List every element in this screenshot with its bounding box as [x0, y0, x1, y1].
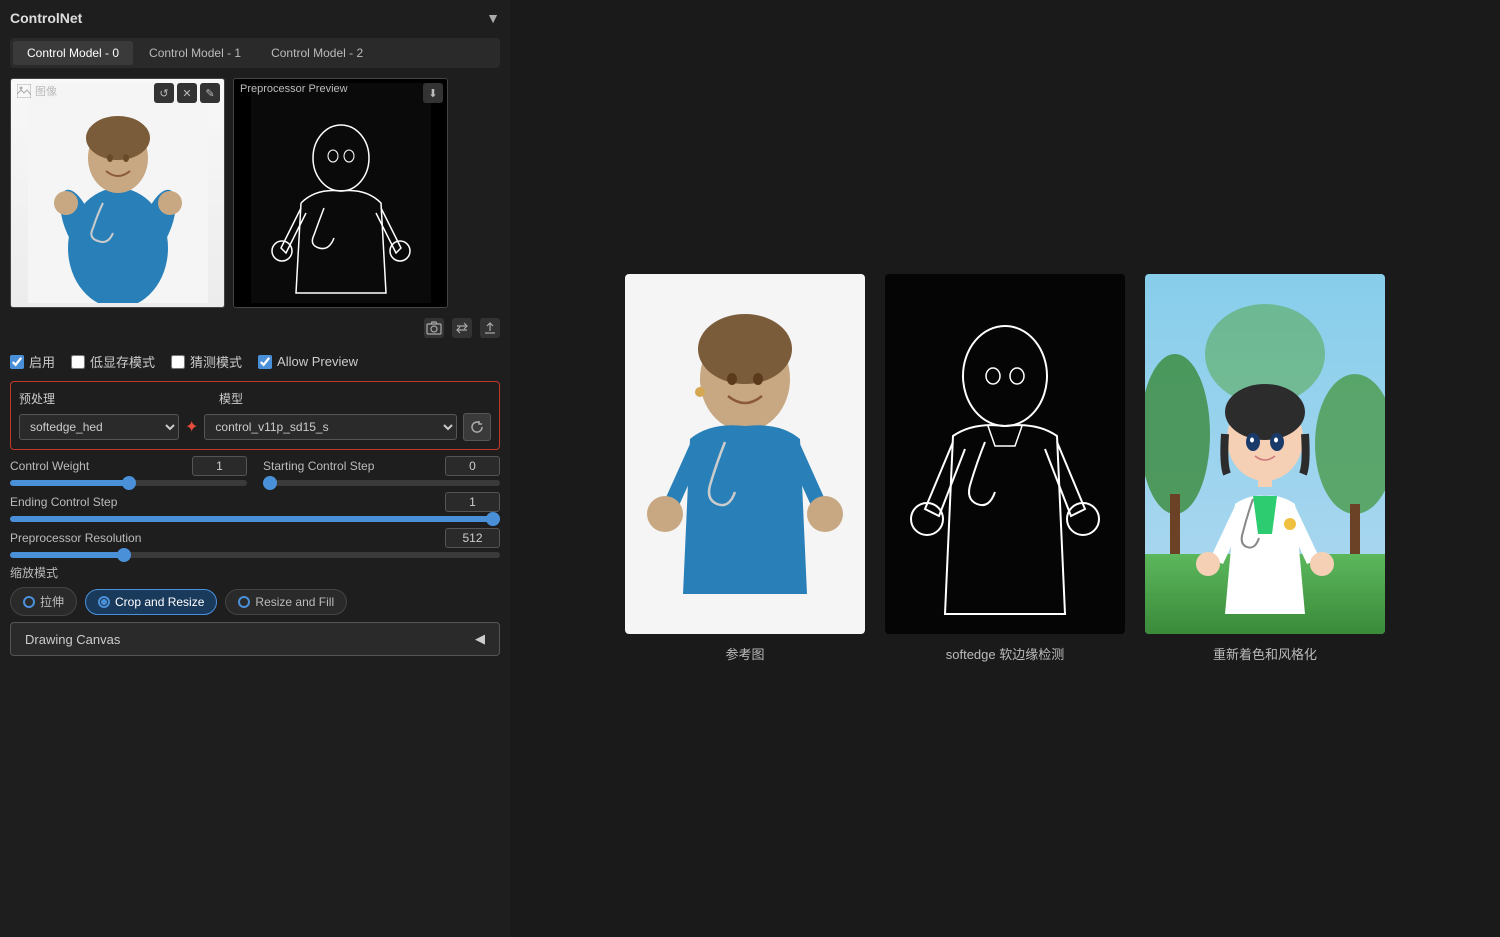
- scale-mode-buttons: 拉伸 Crop and Resize Resize and Fill: [10, 587, 500, 616]
- low-vram-checkbox[interactable]: 低显存模式: [71, 352, 155, 371]
- ending-step-slider: Ending Control Step 1: [10, 492, 500, 522]
- guess-mode-checkbox[interactable]: 猜测模式: [171, 352, 242, 371]
- output-image-0: [625, 274, 865, 634]
- camera-button[interactable]: [424, 318, 444, 338]
- input-image-box: 图像 ↺ ✕ ✎: [10, 78, 225, 308]
- scale-mode-section: 缩放模式 拉伸 Crop and Resize Resize and Fill: [10, 564, 500, 616]
- preprocessor-model-section: 预处理 模型 softedge_hed ✦ control_v11p_sd15_…: [10, 381, 500, 450]
- reference-image-svg: [625, 274, 865, 634]
- sketch-svg: [251, 83, 431, 303]
- swap-icon: [454, 320, 470, 336]
- reload-icon: [470, 420, 484, 434]
- close-input-button[interactable]: ✕: [177, 83, 197, 103]
- control-weight-slider: Control Weight 1: [10, 456, 247, 486]
- preprocessor-select[interactable]: softedge_hed: [19, 414, 179, 440]
- starting-step-slider: Starting Control Step 0: [263, 456, 500, 486]
- image-area: 图像 ↺ ✕ ✎: [10, 78, 500, 308]
- anime-svg: [1145, 274, 1385, 634]
- drawing-canvas-button[interactable]: Drawing Canvas ◀: [10, 622, 500, 656]
- two-sliders-row: Control Weight 1 Starting Control Step 0: [10, 456, 500, 486]
- image-icon: [17, 84, 31, 98]
- tab-control-model-2[interactable]: Control Model - 2: [257, 41, 377, 65]
- nurse-photo-svg: [28, 83, 208, 303]
- camera-icon: [426, 320, 442, 336]
- tab-control-model-0[interactable]: Control Model - 0: [13, 41, 133, 65]
- output-label-1: softedge 软边缘检测: [946, 644, 1065, 663]
- swap-button[interactable]: [452, 318, 472, 338]
- input-image-label: 图像: [17, 83, 57, 99]
- reload-model-button[interactable]: [463, 413, 491, 441]
- ending-step-header: Ending Control Step 1: [10, 492, 500, 512]
- edit-input-button[interactable]: ✎: [200, 83, 220, 103]
- stretch-radio-dot: [23, 596, 35, 608]
- star-button[interactable]: ✦: [185, 417, 198, 437]
- upload-button[interactable]: [480, 318, 500, 338]
- output-image-2: [1145, 274, 1385, 634]
- panel-header: ControlNet ▼: [10, 10, 500, 26]
- output-images: 参考图: [625, 274, 1385, 663]
- pm-labels: 预处理 模型: [19, 390, 491, 407]
- upload-icon: [482, 320, 498, 336]
- preview-image-label: Preprocessor Preview: [240, 83, 348, 95]
- collapse-button[interactable]: ▼: [486, 10, 500, 26]
- preview-image-content: [234, 79, 447, 307]
- toolbar: [10, 314, 500, 342]
- output-label-0: 参考图: [725, 644, 764, 663]
- control-weight-input[interactable]: [10, 480, 247, 486]
- output-col-0: 参考图: [625, 274, 865, 663]
- control-weight-header: Control Weight 1: [10, 456, 247, 476]
- tab-control-model-1[interactable]: Control Model - 1: [135, 41, 255, 65]
- crop-resize-radio-dot: [98, 596, 110, 608]
- pm-selects: softedge_hed ✦ control_v11p_sd15_s: [19, 413, 491, 441]
- left-panel: ControlNet ▼ Control Model - 0 Control M…: [0, 0, 510, 937]
- input-image-content: [11, 79, 224, 307]
- stretch-radio[interactable]: 拉伸: [10, 587, 77, 616]
- resize-fill-radio-dot: [238, 596, 250, 608]
- starting-step-input[interactable]: [263, 480, 500, 486]
- allow-preview-checkbox[interactable]: Allow Preview: [258, 354, 358, 369]
- output-col-1: softedge 软边缘检测: [885, 274, 1125, 663]
- resize-fill-radio[interactable]: Resize and Fill: [225, 589, 347, 615]
- starting-step-header: Starting Control Step 0: [263, 456, 500, 476]
- preprocessor-resolution-input[interactable]: [10, 552, 500, 558]
- model-select[interactable]: control_v11p_sd15_s: [204, 414, 457, 440]
- edge-detection-svg: [885, 274, 1125, 634]
- crop-resize-radio[interactable]: Crop and Resize: [85, 589, 217, 615]
- preprocessor-res-header: Preprocessor Resolution 512: [10, 528, 500, 548]
- input-image-controls: ↺ ✕ ✎: [154, 83, 220, 103]
- panel-title: ControlNet: [10, 10, 82, 26]
- preview-image-controls: ⬇: [423, 83, 443, 103]
- ending-step-input[interactable]: [10, 516, 500, 522]
- right-panel: 参考图: [510, 0, 1500, 937]
- output-label-2: 重新着色和风格化: [1213, 644, 1317, 663]
- refresh-input-button[interactable]: ↺: [154, 83, 174, 103]
- preview-image-box: Preprocessor Preview ⬇: [233, 78, 448, 308]
- enable-checkbox[interactable]: 启用: [10, 352, 55, 371]
- checkboxes-row: 启用 低显存模式 猜测模式 Allow Preview: [10, 348, 500, 375]
- download-preview-button[interactable]: ⬇: [423, 83, 443, 103]
- preprocessor-resolution-slider: Preprocessor Resolution 512: [10, 528, 500, 558]
- output-col-2: 重新着色和风格化: [1145, 274, 1385, 663]
- output-image-1: [885, 274, 1125, 634]
- tab-bar: Control Model - 0 Control Model - 1 Cont…: [10, 38, 500, 68]
